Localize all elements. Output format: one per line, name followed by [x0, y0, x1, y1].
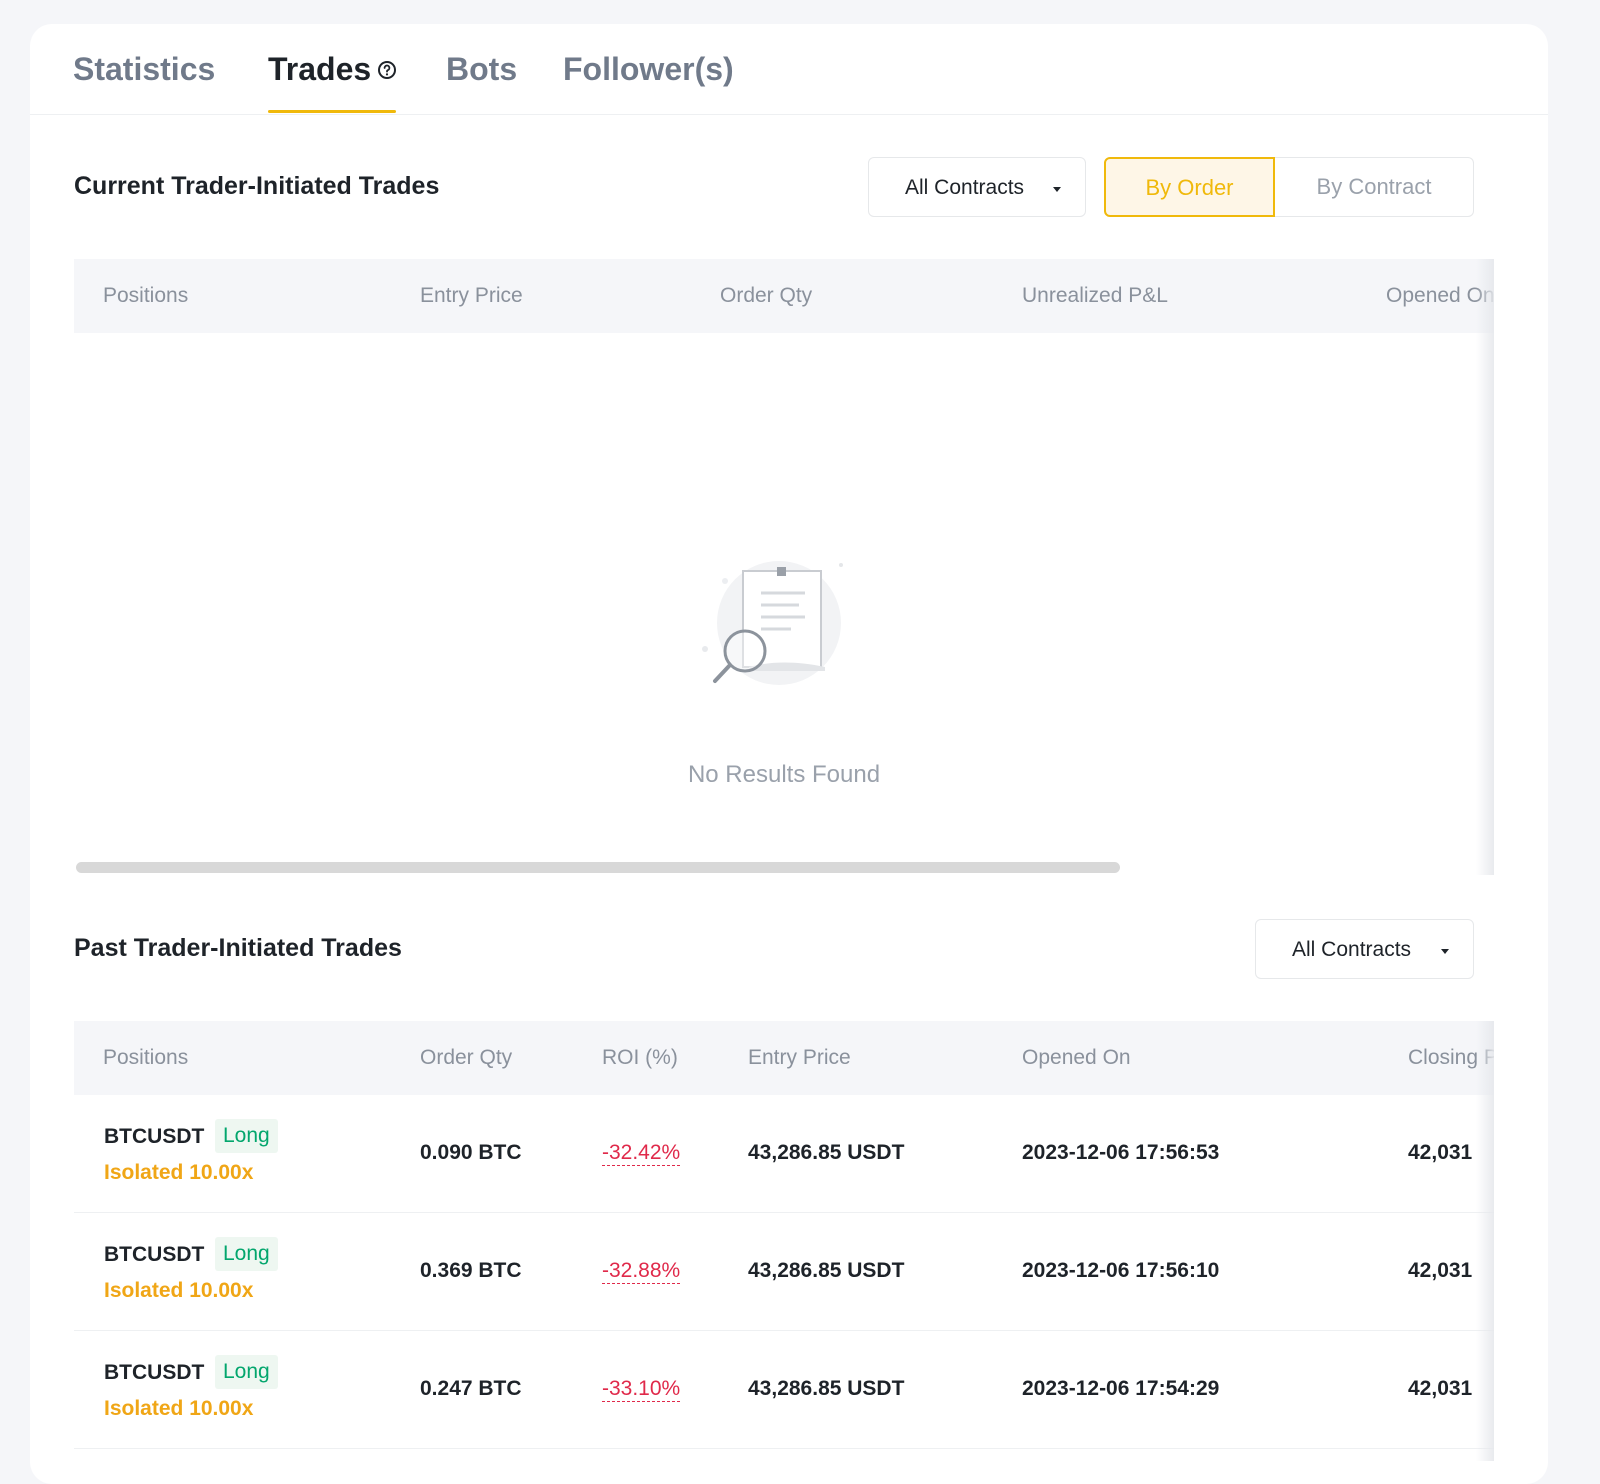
closing-price: 42,031 [1408, 1259, 1473, 1282]
entry-price: 43,286.85 USDT [748, 1259, 905, 1282]
empty-state-text: No Results Found [687, 761, 881, 788]
column-header: Entry Price [420, 284, 523, 307]
column-header: Unrealized P&L [1022, 284, 1168, 307]
column-header: Order Qty [420, 1046, 513, 1069]
tab-trades[interactable]: Trades [268, 50, 397, 88]
by-order-button[interactable]: By Order [1104, 157, 1275, 217]
position-symbol: BTCUSDT [104, 1361, 205, 1384]
horizontal-scrollbar[interactable] [76, 862, 1120, 873]
caret-down-icon [1441, 949, 1449, 954]
tab-followers[interactable]: Follower(s) [563, 50, 734, 88]
table-row: BTCUSDT Long Isolated 10.00x 0.247 BTC -… [74, 1331, 1494, 1449]
active-tab-indicator [268, 110, 396, 113]
scroll-shadow [1476, 1021, 1494, 1461]
document-search-icon [699, 561, 849, 696]
entry-price: 43,286.85 USDT [748, 1141, 905, 1164]
past-table-header: Positions Order Qty ROI (%) Entry Price … [74, 1021, 1494, 1095]
leverage-label: Isolated 10.00x [104, 1161, 254, 1184]
table-row: BTCUSDT Long Isolated 10.00x 0.369 BTC -… [74, 1213, 1494, 1331]
roi-value[interactable]: -32.88% [602, 1259, 681, 1284]
order-qty: 0.090 BTC [420, 1141, 522, 1164]
caret-down-icon [1053, 187, 1061, 192]
current-contract-filter[interactable]: All Contracts [868, 157, 1086, 217]
position-symbol: BTCUSDT [104, 1243, 205, 1266]
side-badge: Long [215, 1237, 278, 1271]
order-qty: 0.247 BTC [420, 1377, 522, 1400]
closing-price: 42,031 [1408, 1377, 1473, 1400]
tab-label: Follower(s) [563, 51, 734, 87]
empty-state: No Results Found [74, 356, 1494, 896]
column-header: Positions [103, 284, 189, 307]
column-header: ROI (%) [602, 1046, 678, 1069]
column-header: Order Qty [720, 284, 813, 307]
column-header: Entry Price [748, 1046, 851, 1069]
scroll-shadow [1476, 259, 1494, 875]
opened-on: 2023-12-06 17:54:29 [1022, 1377, 1220, 1400]
tab-bar: Statistics Trades Bots Follower(s) [30, 24, 1548, 115]
question-circle-icon[interactable] [377, 50, 397, 88]
position-symbol: BTCUSDT [104, 1125, 205, 1148]
opened-on: 2023-12-06 17:56:53 [1022, 1141, 1220, 1164]
closing-price: 42,031 [1408, 1141, 1473, 1164]
entry-price: 43,286.85 USDT [748, 1377, 905, 1400]
opened-on: 2023-12-06 17:56:10 [1022, 1259, 1220, 1282]
by-contract-button[interactable]: By Contract [1275, 157, 1474, 217]
side-badge: Long [215, 1119, 278, 1153]
filter-label: All Contracts [1292, 938, 1412, 961]
current-table-header: Positions Entry Price Order Qty Unrealiz… [74, 259, 1494, 333]
trader-card: Statistics Trades Bots Follower(s) Curre… [30, 24, 1548, 1484]
tab-bots[interactable]: Bots [446, 50, 517, 88]
side-badge: Long [215, 1355, 278, 1389]
leverage-label: Isolated 10.00x [104, 1397, 254, 1420]
table-row: BTCUSDT Long Isolated 10.00x 0.090 BTC -… [74, 1095, 1494, 1213]
past-contract-filter[interactable]: All Contracts [1255, 919, 1474, 979]
tab-statistics[interactable]: Statistics [73, 50, 215, 88]
leverage-label: Isolated 10.00x [104, 1279, 254, 1302]
column-header: Positions [103, 1046, 189, 1069]
current-trades-title: Current Trader-Initiated Trades [74, 172, 440, 200]
column-header: Opened On [1022, 1046, 1131, 1069]
roi-value[interactable]: -32.42% [602, 1141, 681, 1166]
tab-label: Trades [268, 51, 372, 87]
roi-value[interactable]: -33.10% [602, 1377, 681, 1402]
tab-label: Statistics [73, 51, 216, 87]
past-trades-title: Past Trader-Initiated Trades [74, 934, 402, 962]
filter-label: All Contracts [905, 176, 1025, 199]
order-qty: 0.369 BTC [420, 1259, 522, 1282]
tab-label: Bots [446, 51, 518, 87]
